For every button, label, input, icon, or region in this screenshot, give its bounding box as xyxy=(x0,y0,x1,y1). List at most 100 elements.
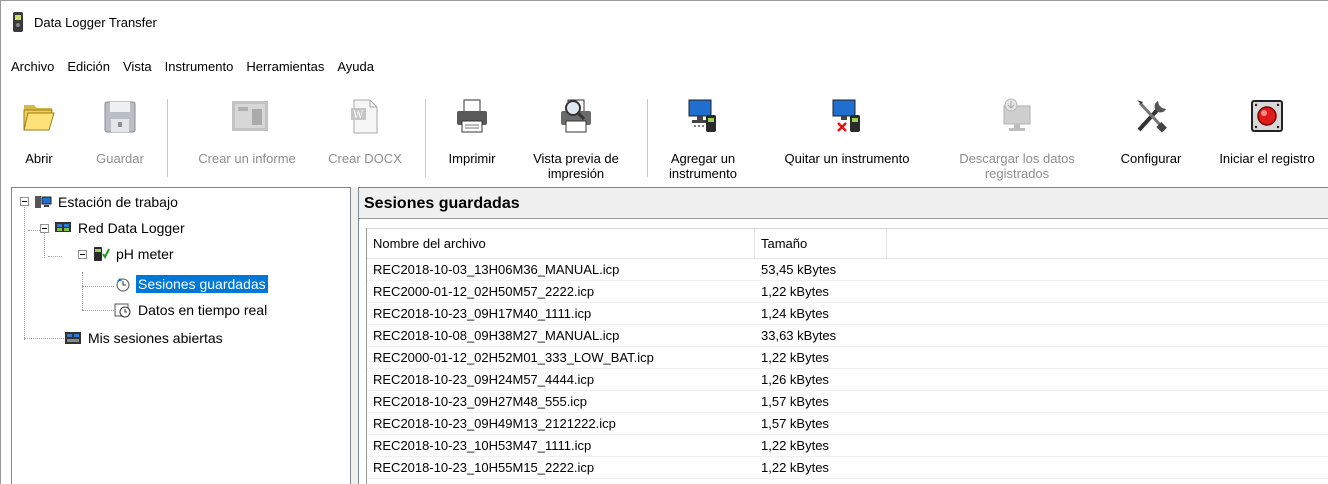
create-docx-label: Crear DOCX xyxy=(328,151,402,166)
table-row[interactable]: REC2018-10-23_10H53M47_1111.icp 1,22 kByt… xyxy=(367,435,1328,457)
create-docx-button[interactable]: W Crear DOCX xyxy=(327,93,403,185)
table-row[interactable]: REC2018-10-23_10H55M15_2222.icp 1,22 kByt… xyxy=(367,457,1328,479)
add-instrument-label: Agregar un instrumento xyxy=(657,151,749,181)
tree-line xyxy=(82,272,83,310)
filename-cell: REC2000-01-12_02H50M57_2222.icp xyxy=(373,284,595,299)
tree-label: Mis sesiones abiertas xyxy=(88,330,223,346)
menu-ayuda[interactable]: Ayuda xyxy=(337,59,374,74)
create-report-label: Crear un informe xyxy=(198,151,296,166)
tree-label: Sesiones guardadas xyxy=(136,275,268,293)
collapse-instrument-toggle[interactable] xyxy=(78,250,87,259)
tree-line xyxy=(82,286,114,287)
add-instrument-label-line2: instrumento xyxy=(669,166,737,181)
filename-cell: REC2018-10-03_13H06M36_MANUAL.icp xyxy=(373,262,620,277)
saved-sessions-icon xyxy=(114,276,132,292)
saved-sessions-panel: Sesiones guardadas Nombre del archivo Ta… xyxy=(358,187,1328,484)
add-instrument-label-line1: Agregar un xyxy=(670,151,736,166)
realtime-data-icon xyxy=(114,302,132,318)
tree-line xyxy=(24,204,25,340)
tree-label: pH meter xyxy=(116,246,174,262)
download-data-button[interactable]: Descargar los datos registrados xyxy=(941,93,1093,185)
size-cell: 1,22 kBytes xyxy=(761,460,829,475)
list-header: Nombre del archivo Tamaño xyxy=(367,229,1328,259)
download-data-label: Descargar los datos registrados xyxy=(941,151,1093,181)
table-row[interactable]: REC2018-10-08_09H38M27_MANUAL.icp 33,63 k… xyxy=(367,325,1328,347)
add-instrument-button[interactable]: Agregar un instrumento xyxy=(657,93,749,185)
svg-text:W: W xyxy=(353,110,364,121)
filename-cell: REC2018-10-23_09H17M40_1111.icp xyxy=(373,306,592,321)
tree-item-workstation[interactable]: Estación de trabajo xyxy=(34,192,180,212)
filename-cell: REC2018-10-23_10H55M15_2222.icp xyxy=(373,460,595,475)
print-label: Imprimir xyxy=(448,151,496,166)
create-report-button[interactable]: Crear un informe xyxy=(181,93,313,185)
size-cell: 1,22 kBytes xyxy=(761,438,829,453)
save-button[interactable]: Guardar xyxy=(89,93,151,185)
tree-label: Red Data Logger xyxy=(78,220,185,236)
remove-instrument-button[interactable]: Quitar un instrumento xyxy=(765,93,929,185)
tree-label: Datos en tiempo real xyxy=(138,302,268,318)
open-sessions-icon xyxy=(64,330,82,346)
report-icon xyxy=(230,97,268,135)
open-button[interactable]: Abrir xyxy=(15,93,63,185)
window-title: Data Logger Transfer xyxy=(34,14,157,30)
filename-cell: REC2018-10-23_09H49M13_2121222.icp xyxy=(373,416,616,431)
workstation-icon xyxy=(34,194,52,210)
filename-cell: REC2018-10-23_10H53M47_1111.icp xyxy=(373,438,592,453)
remove-instrument-label: Quitar un instrumento xyxy=(784,151,910,166)
collapse-workstation-toggle[interactable] xyxy=(20,197,29,206)
remove-instrument-icon xyxy=(830,97,864,135)
table-row[interactable]: REC2018-10-03_13H06M36_MANUAL.icp 53,45 k… xyxy=(367,259,1328,281)
print-preview-label-line2: impresión xyxy=(547,166,605,181)
add-instrument-icon xyxy=(686,97,720,135)
table-row[interactable]: REC2018-10-23_09H27M48_555.icp 1,57 kByte… xyxy=(367,391,1328,413)
menu-instrumento[interactable]: Instrumento xyxy=(165,59,234,74)
folder-open-icon xyxy=(22,97,56,135)
print-preview-label-line1: Vista previa de xyxy=(533,151,619,166)
panel-splitter[interactable] xyxy=(351,187,358,484)
sessions-list: Nombre del archivo Tamaño REC2018-10-03_… xyxy=(366,228,1328,484)
table-row[interactable]: REC2018-10-23_09H49M13_2121222.icp 1,57 k… xyxy=(367,413,1328,435)
tree-item-ph-meter[interactable]: pH meter xyxy=(92,244,176,264)
print-preview-label: Vista previa de impresión xyxy=(519,151,633,181)
configure-button[interactable]: Configurar xyxy=(1105,93,1197,185)
size-cell: 1,22 kBytes xyxy=(761,284,829,299)
column-header-filename[interactable]: Nombre del archivo xyxy=(367,229,755,259)
filename-cell: REC2018-10-23_09H24M57_4444.icp xyxy=(373,372,595,387)
table-row[interactable]: REC2000-01-12_02H50M57_2222.icp 1,22 kByt… xyxy=(367,281,1328,303)
tree-line xyxy=(82,310,114,311)
size-cell: 1,22 kBytes xyxy=(761,350,829,365)
data-logger-app-icon xyxy=(11,12,25,32)
panel-divider xyxy=(359,218,1328,219)
table-row[interactable]: REC2018-10-23_09H24M57_4444.icp 1,26 kByt… xyxy=(367,369,1328,391)
menu-herramientas[interactable]: Herramientas xyxy=(246,59,324,74)
toolbar-separator xyxy=(425,99,426,177)
table-row[interactable]: REC2018-10-23_09H17M40_1111.icp 1,24 kByt… xyxy=(367,303,1328,325)
download-data-label-line2: registrados xyxy=(984,166,1050,181)
column-header-size[interactable]: Tamaño xyxy=(755,229,887,259)
size-cell: 1,57 kBytes xyxy=(761,416,829,431)
menu-bar: Archivo Edición Vista Instrumento Herram… xyxy=(1,55,387,77)
menu-edicion[interactable]: Edición xyxy=(67,59,110,74)
size-cell: 53,45 kBytes xyxy=(761,262,837,277)
tree-item-realtime-data[interactable]: Datos en tiempo real xyxy=(114,300,269,320)
size-cell: 33,63 kBytes xyxy=(761,328,837,343)
tree-line xyxy=(48,256,62,257)
tree-item-data-logger-network[interactable]: Red Data Logger xyxy=(54,218,187,238)
size-cell: 1,57 kBytes xyxy=(761,394,829,409)
table-row[interactable]: REC2000-01-12_02H52M01_333_LOW_BAT.icp 1,… xyxy=(367,347,1328,369)
toolbar-separator xyxy=(647,99,648,177)
print-preview-icon xyxy=(559,97,593,135)
printer-icon xyxy=(455,97,489,135)
print-button[interactable]: Imprimir xyxy=(439,93,505,185)
menu-archivo[interactable]: Archivo xyxy=(11,59,54,74)
collapse-network-toggle[interactable] xyxy=(40,224,49,233)
size-cell: 1,24 kBytes xyxy=(761,306,829,321)
start-recording-button[interactable]: Iniciar el registro xyxy=(1205,93,1328,185)
open-label: Abrir xyxy=(25,151,53,166)
tree-item-saved-sessions[interactable]: Sesiones guardadas xyxy=(114,274,268,294)
tree-line xyxy=(24,338,64,339)
print-preview-button[interactable]: Vista previa de impresión xyxy=(519,93,633,185)
save-label: Guardar xyxy=(96,151,144,166)
menu-vista[interactable]: Vista xyxy=(123,59,152,74)
tree-item-my-open-sessions[interactable]: Mis sesiones abiertas xyxy=(64,328,225,348)
